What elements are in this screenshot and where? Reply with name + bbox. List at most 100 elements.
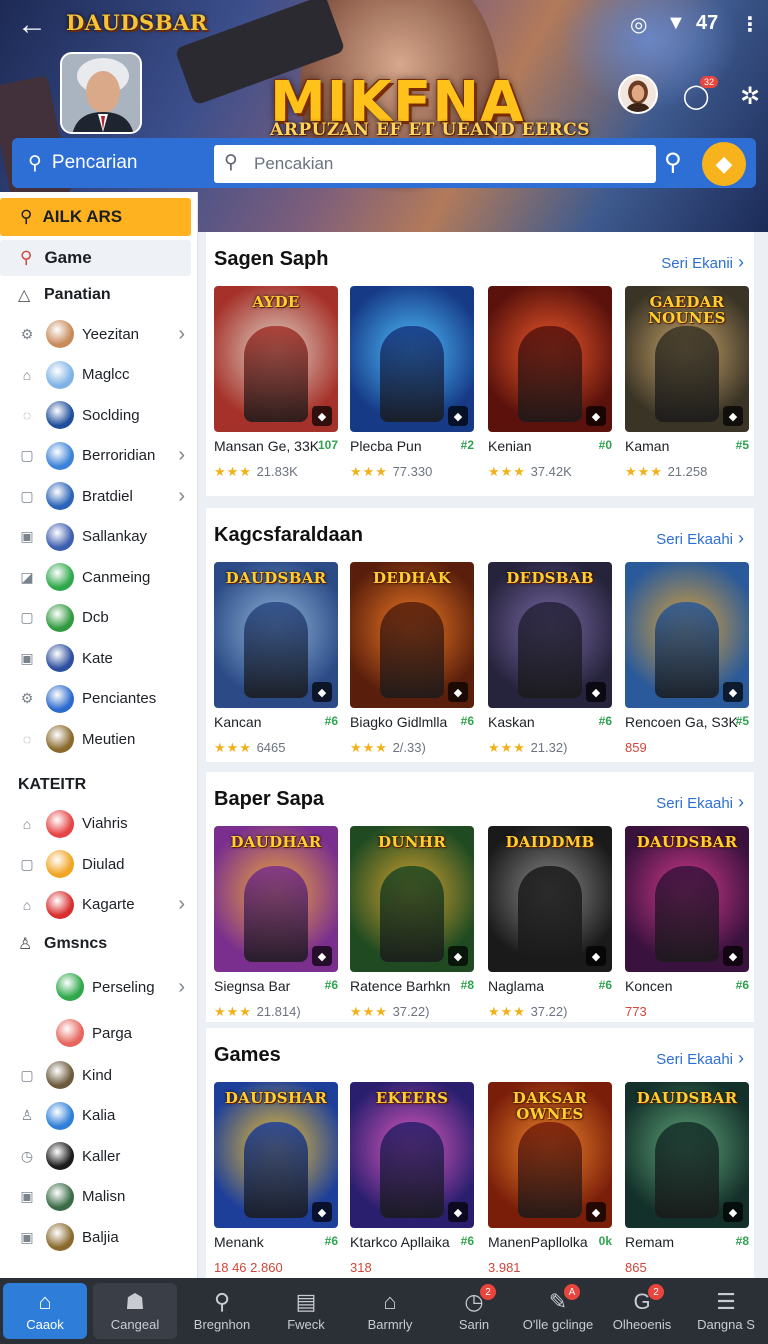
- game-card[interactable]: GAEDAR NOUNES ◆ Kaman #5 ★★★ 21.258: [625, 286, 749, 479]
- search-tab-button[interactable]: ⚲ Pencarian: [14, 140, 204, 186]
- sidebar-item-game[interactable]: ⚲ Game: [0, 240, 191, 276]
- game-card[interactable]: DEDHAK ◆ Biagko Gidlmlla #6 ★★★ 2/.33): [350, 562, 474, 755]
- thumbnail-art-title: DAUDSBAR: [636, 1089, 738, 1107]
- outline-icon: ⌂: [22, 366, 32, 383]
- sidebar-item[interactable]: ⚙ Yeezitan ›: [0, 314, 197, 355]
- item-thumbnail-icon: [46, 1142, 74, 1171]
- tab-o-lle-gclinge[interactable]: ✎ O'lle gclinge A: [516, 1278, 600, 1344]
- settings-button[interactable]: ✲: [730, 76, 768, 116]
- game-thumbnail[interactable]: DAIDDMB ◆: [488, 826, 612, 972]
- item-thumbnail-icon: [46, 890, 74, 919]
- sidebar-item[interactable]: ▢ Dcb: [0, 598, 197, 639]
- game-thumbnail[interactable]: DEDSBAB ◆: [488, 562, 612, 708]
- see-all-link[interactable]: Seri Ekanii ›: [661, 252, 744, 273]
- more-vert-icon[interactable]: ⋮: [740, 12, 760, 37]
- tab-cangeal[interactable]: ☗ Cangeal: [93, 1283, 177, 1339]
- thumbnail-art-title: GAEDAR NOUNES: [648, 293, 726, 327]
- game-thumbnail[interactable]: ◆: [625, 562, 749, 708]
- game-card[interactable]: DAIDDMB ◆ Naglama #6 ★★★ 37.22): [488, 826, 612, 1019]
- sidebar-item[interactable]: Perseling ›: [0, 963, 197, 1011]
- game-card[interactable]: DAUDSBAR ◆ Kancan #6 ★★★ 6465: [214, 562, 338, 755]
- game-card[interactable]: DAUDHAR ◆ Siegnsa Bar #6 ★★★ 21.814): [214, 826, 338, 1019]
- game-thumbnail[interactable]: DAKSAR OWNES ◆: [488, 1082, 612, 1228]
- game-card[interactable]: EKEERS ◆ Ktarkco Apllaika #6 318: [350, 1082, 474, 1275]
- game-thumbnail[interactable]: DAUDSBAR ◆: [214, 562, 338, 708]
- game-card[interactable]: ◆ Rencoen Ga, S3K #5 859: [625, 562, 749, 755]
- game-thumbnail[interactable]: DAUDHAR ◆: [214, 826, 338, 972]
- game-card[interactable]: ◆ Plecba Pun #2 ★★★ 77.330: [350, 286, 474, 479]
- platform-badge-icon: ◆: [586, 1202, 606, 1222]
- star-rating-icon: ★★★: [350, 1004, 393, 1019]
- search-submit-icon[interactable]: ⚲: [664, 148, 682, 177]
- sidebar-item[interactable]: ▢ Bratdiel ›: [0, 476, 197, 517]
- game-card[interactable]: DAUDSHAR ◆ Menank #6 18 46 2.860: [214, 1082, 338, 1275]
- game-name: Plecba Pun: [350, 438, 422, 454]
- game-card[interactable]: DAUDSBAR ◆ Koncen #6 773: [625, 826, 749, 1019]
- game-rating: ★★★ 21.32): [488, 740, 567, 756]
- back-button[interactable]: ←: [14, 8, 50, 44]
- sidebar-item[interactable]: ▣ Sallankay: [0, 517, 197, 558]
- sidebar-item[interactable]: ⌂ Maglcc: [0, 355, 197, 396]
- chevron-right-icon: ›: [178, 893, 185, 916]
- game-thumbnail[interactable]: DUNHR ◆: [350, 826, 474, 972]
- sidebar-item[interactable]: ▣ Kate: [0, 638, 197, 679]
- see-all-link[interactable]: Seri Ekaahi ›: [656, 528, 744, 549]
- sidebar-item-label: Maglcc: [82, 366, 130, 384]
- game-tag: 0k: [598, 1234, 612, 1248]
- game-thumbnail[interactable]: ◆: [350, 286, 474, 432]
- notification-button[interactable]: ◯ 32: [676, 76, 719, 116]
- outline-icon: ▣: [20, 528, 34, 545]
- sidebar-item[interactable]: ◪ Canmeing: [0, 557, 197, 598]
- character-figure-icon: [380, 326, 444, 422]
- sidebar-item[interactable]: ♙ Kalia: [0, 1096, 197, 1137]
- sidebar-group-header[interactable]: ♙ Gmsncs: [0, 925, 197, 963]
- tab-olheoenis[interactable]: G Olheoenis 2: [600, 1278, 684, 1344]
- tab-barmrly[interactable]: ⌂ Barmrly: [348, 1278, 432, 1344]
- sidebar-item[interactable]: ▣ Malisn: [0, 1177, 197, 1218]
- sidebar-item[interactable]: ⌂ Viahris: [0, 804, 197, 845]
- game-thumbnail[interactable]: GAEDAR NOUNES ◆: [625, 286, 749, 432]
- app-avatar[interactable]: [60, 52, 142, 134]
- sidebar-item[interactable]: ▢ Diulad: [0, 844, 197, 885]
- game-thumbnail[interactable]: EKEERS ◆: [350, 1082, 474, 1228]
- game-rating: ★★★ 37.22): [350, 1004, 429, 1020]
- sidebar-item[interactable]: ▢ Berroridian ›: [0, 436, 197, 477]
- sidebar-item[interactable]: ◌ Soclding: [0, 395, 197, 436]
- chevron-right-icon: ›: [178, 975, 185, 998]
- game-name: Naglama: [488, 978, 545, 994]
- sidebar-item[interactable]: ◷ Kaller: [0, 1136, 197, 1177]
- tab-caaok[interactable]: ⌂ Caaok: [3, 1283, 87, 1339]
- game-thumbnail[interactable]: AYDE ◆: [214, 286, 338, 432]
- tab-bregnhon[interactable]: ⚲ Bregnhon: [180, 1278, 264, 1344]
- sidebar-item[interactable]: ◌ Meutien: [0, 719, 197, 760]
- sidebar-item[interactable]: Parga: [0, 1011, 197, 1055]
- chat-fab-button[interactable]: ◆: [702, 142, 746, 186]
- game-thumbnail[interactable]: DAUDSBAR ◆: [625, 1082, 749, 1228]
- game-thumbnail[interactable]: ◆: [488, 286, 612, 432]
- game-card[interactable]: DUNHR ◆ Ratence Barhkn #8 ★★★ 37.22): [350, 826, 474, 1019]
- see-all-link[interactable]: Seri Ekaahi ›: [656, 1048, 744, 1069]
- sidebar-item-label: Viahris: [82, 815, 128, 833]
- see-all-link[interactable]: Seri Ekaahi ›: [656, 792, 744, 813]
- sidebar-item[interactable]: ▢ Kind: [0, 1055, 197, 1096]
- user-avatar[interactable]: [618, 74, 658, 114]
- game-card[interactable]: ◆ Kenian #0 ★★★ 37.42K: [488, 286, 612, 479]
- sidebar-top-button[interactable]: ⚲ AILK ARS: [0, 198, 191, 236]
- game-tag: #6: [598, 978, 612, 992]
- search-input[interactable]: Pencakian: [214, 145, 656, 183]
- game-rating: ★★★ 77.330: [350, 464, 432, 480]
- game-card[interactable]: DAUDSBAR ◆ Remam #8 865: [625, 1082, 749, 1275]
- game-card[interactable]: DEDSBAB ◆ Kaskan #6 ★★★ 21.32): [488, 562, 612, 755]
- game-card[interactable]: DAKSAR OWNES ◆ ManenPapllolka 0k 3.981: [488, 1082, 612, 1275]
- game-thumbnail[interactable]: DAUDSBAR ◆: [625, 826, 749, 972]
- tab-fweck[interactable]: ▤ Fweck: [264, 1278, 348, 1344]
- tab-sarin[interactable]: ◷ Sarin 2: [432, 1278, 516, 1344]
- sidebar-item[interactable]: ▣ Baljia: [0, 1217, 197, 1258]
- game-card[interactable]: AYDE ◆ Mansan Ge, 33K 107 ★★★ 21.83K: [214, 286, 338, 479]
- game-thumbnail[interactable]: DAUDSHAR ◆: [214, 1082, 338, 1228]
- tab-dangna-s[interactable]: ☰ Dangna S: [684, 1278, 768, 1344]
- sidebar-item[interactable]: ⚙ Penciantes: [0, 679, 197, 720]
- sidebar-item[interactable]: ⌂ Kagarte ›: [0, 885, 197, 926]
- game-rating: ★★★ 21.258: [625, 464, 707, 480]
- game-thumbnail[interactable]: DEDHAK ◆: [350, 562, 474, 708]
